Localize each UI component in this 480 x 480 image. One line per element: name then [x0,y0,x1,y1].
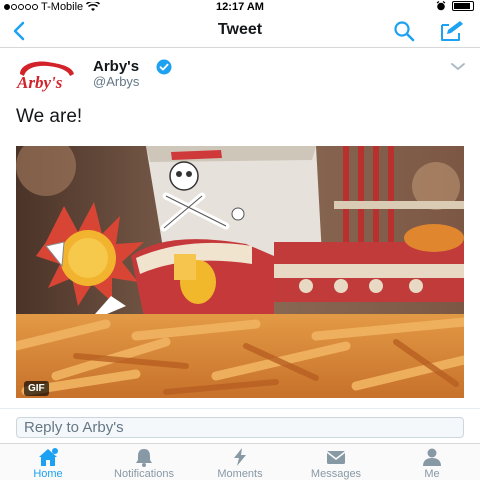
compose-icon[interactable] [438,19,466,43]
tweet-detail-screen: T-Mobile 12:17 AM Tweet Arby's Arby's @A… [0,0,480,480]
tab-moments[interactable]: Moments [200,444,280,480]
lightning-icon [234,448,246,466]
alarm-icon [436,1,446,11]
verified-badge-icon [156,59,172,75]
person-icon [423,448,441,466]
tab-label-notifications: Notifications [114,468,174,480]
tab-me[interactable]: Me [400,444,464,480]
gif-image [16,146,464,398]
reply-input[interactable]: Reply to Arby's [16,417,464,438]
status-time: 12:17 AM [216,1,264,13]
status-right [436,1,474,11]
user-handle[interactable]: @Arbys [93,74,139,89]
tab-label-me: Me [424,468,440,480]
status-bar: T-Mobile 12:17 AM [0,0,480,14]
tab-bar: Home Notifications Moments Messages Me [0,443,480,480]
bell-icon [136,449,152,467]
chevron-down-icon[interactable] [450,62,466,72]
arbys-logo: Arby's [16,61,74,92]
navigation-bar: Tweet [0,14,480,48]
envelope-icon [326,451,346,464]
tab-notifications[interactable]: Notifications [96,444,192,480]
gif-badge: GIF [24,381,49,396]
svg-text:Arby's: Arby's [16,73,63,92]
tab-label-home: Home [33,468,63,480]
avatar[interactable]: Arby's [14,60,80,94]
user-name[interactable]: Arby's [93,58,139,75]
tweet-text: We are! [16,106,83,127]
tab-label-moments: Moments [217,468,263,480]
tab-home[interactable]: Home [14,444,82,480]
battery-icon [452,1,474,11]
tab-label-messages: Messages [310,468,362,480]
tab-messages[interactable]: Messages [294,444,378,480]
home-icon [39,448,58,466]
tweet-gif-media[interactable] [16,146,464,398]
search-icon[interactable] [392,20,416,42]
